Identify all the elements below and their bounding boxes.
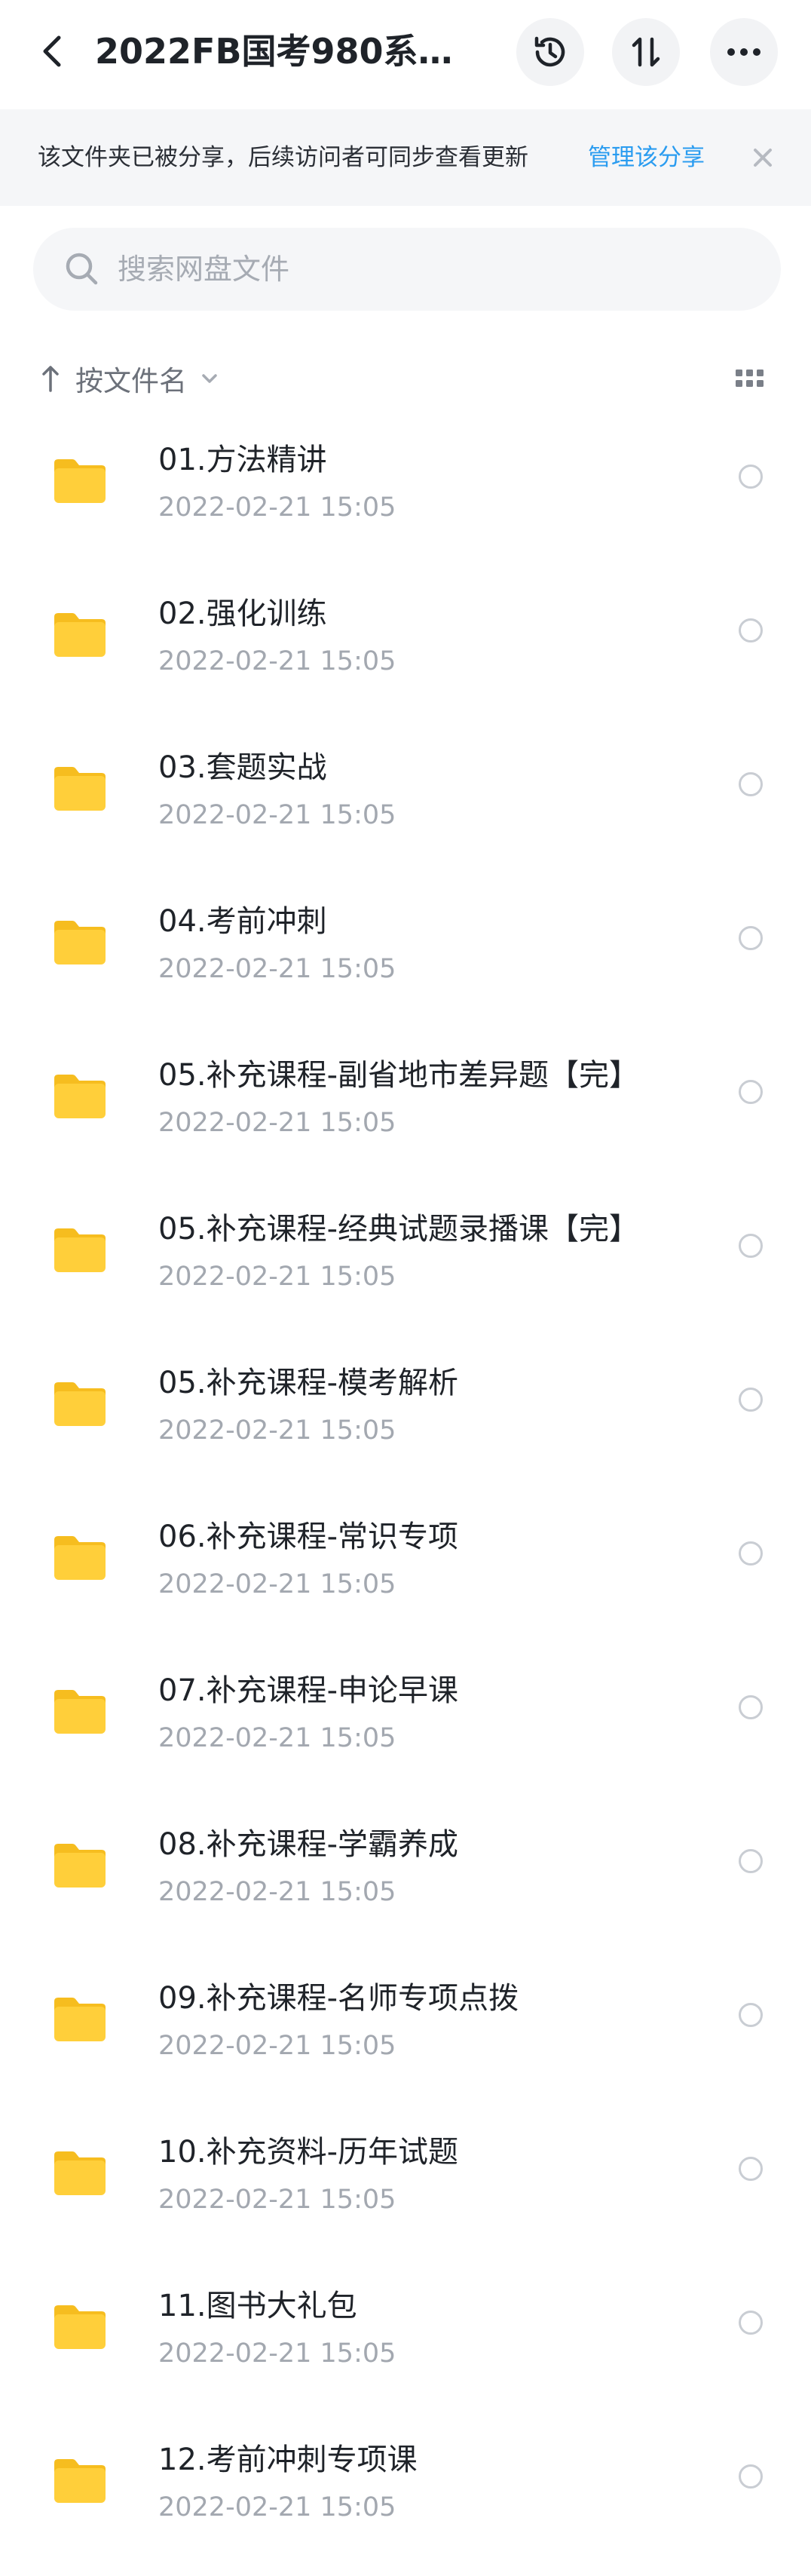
select-checkbox[interactable]	[739, 1849, 763, 1873]
file-list-item[interactable]: 07.补充课程-申论早课 2022-02-21 15:05	[0, 1653, 811, 1807]
sort-transfer-button[interactable]	[612, 18, 680, 86]
folder-icon	[51, 2303, 109, 2351]
file-list-item[interactable]: 03.套题实战 2022-02-21 15:05	[0, 730, 811, 884]
folder-icon	[51, 457, 109, 505]
share-notice-banner: 该文件夹已被分享，后续访问者可同步查看更新 管理该分享	[0, 109, 811, 206]
folder-icon	[51, 611, 109, 659]
file-list-item[interactable]: 01.方法精讲 2022-02-21 15:05	[0, 422, 811, 576]
file-modified-date: 2022-02-21 15:05	[158, 800, 396, 830]
sort-label: 按文件名	[75, 365, 187, 397]
file-name: 02.强化训练	[158, 596, 327, 631]
select-checkbox[interactable]	[739, 1541, 763, 1566]
file-modified-date: 2022-02-21 15:05	[158, 1569, 396, 1599]
file-modified-date: 2022-02-21 15:05	[158, 1108, 396, 1138]
folder-icon	[51, 1534, 109, 1582]
back-button[interactable]	[30, 29, 75, 74]
file-list-item[interactable]: 09.补充课程-名师专项点拨 2022-02-21 15:05	[0, 1961, 811, 2114]
file-list-item[interactable]: 05.补充课程-经典试题录播课【完】 2022-02-21 15:05	[0, 1191, 811, 1345]
transfer-sort-icon	[632, 37, 660, 67]
select-checkbox[interactable]	[739, 926, 763, 950]
folder-icon	[51, 1072, 109, 1121]
search-bar[interactable]	[33, 228, 781, 311]
file-modified-date: 2022-02-21 15:05	[158, 2338, 396, 2369]
chevron-left-icon	[43, 35, 61, 67]
file-list-item[interactable]: 12.考前冲刺专项课 2022-02-21 15:05	[0, 2422, 811, 2576]
sort-control[interactable]: 按文件名	[38, 356, 220, 401]
select-checkbox[interactable]	[739, 1080, 763, 1104]
select-checkbox[interactable]	[739, 1388, 763, 1412]
select-checkbox[interactable]	[739, 772, 763, 796]
file-name: 12.考前冲刺专项课	[158, 2443, 418, 2477]
file-list-item[interactable]: 06.补充课程-常识专项 2022-02-21 15:05	[0, 1499, 811, 1653]
manage-share-link[interactable]: 管理该分享	[588, 140, 705, 176]
file-modified-date: 2022-02-21 15:05	[158, 646, 396, 676]
file-modified-date: 2022-02-21 15:05	[158, 2185, 396, 2215]
folder-icon	[51, 2457, 109, 2505]
chevron-down-icon	[199, 368, 220, 389]
file-name: 09.补充课程-名师专项点拨	[158, 1981, 519, 2016]
banner-close-button[interactable]	[746, 141, 779, 174]
file-modified-date: 2022-02-21 15:05	[158, 2492, 396, 2522]
close-icon	[754, 149, 772, 167]
select-checkbox[interactable]	[739, 1695, 763, 1719]
file-name: 07.补充课程-申论早课	[158, 1673, 459, 1708]
folder-icon	[51, 1226, 109, 1274]
view-toggle-button[interactable]	[731, 363, 769, 394]
history-icon	[534, 36, 565, 67]
select-checkbox[interactable]	[739, 2157, 763, 2181]
top-bar: 2022FB国考980系…	[0, 0, 811, 106]
file-list-item[interactable]: 08.补充课程-学霸养成 2022-02-21 15:05	[0, 1807, 811, 1961]
arrow-up-icon	[38, 360, 63, 397]
select-checkbox[interactable]	[739, 2311, 763, 2335]
file-modified-date: 2022-02-21 15:05	[158, 1723, 396, 1753]
folder-icon	[51, 1688, 109, 1736]
file-modified-date: 2022-02-21 15:05	[158, 492, 396, 523]
file-list-item[interactable]: 02.强化训练 2022-02-21 15:05	[0, 576, 811, 730]
more-button[interactable]	[710, 18, 778, 86]
history-button[interactable]	[516, 18, 584, 86]
select-checkbox[interactable]	[739, 2464, 763, 2489]
folder-icon	[51, 918, 109, 967]
more-horizontal-icon	[727, 48, 761, 56]
file-modified-date: 2022-02-21 15:05	[158, 1877, 396, 1907]
file-list-item[interactable]: 05.补充课程-模考解析 2022-02-21 15:05	[0, 1345, 811, 1499]
file-name: 10.补充资料-历年试题	[158, 2135, 459, 2170]
file-name: 05.补充课程-模考解析	[158, 1366, 459, 1400]
select-checkbox[interactable]	[739, 465, 763, 489]
file-name: 11.图书大礼包	[158, 2289, 357, 2323]
page-title: 2022FB国考980系…	[95, 31, 453, 72]
folder-icon	[51, 1995, 109, 2044]
file-list: 01.方法精讲 2022-02-21 15:05 02.强化训练 2022-02-21…	[0, 422, 811, 2576]
select-checkbox[interactable]	[739, 618, 763, 642]
file-name: 06.补充课程-常识专项	[158, 1520, 459, 1554]
file-list-item[interactable]: 10.补充资料-历年试题 2022-02-21 15:05	[0, 2114, 811, 2268]
file-modified-date: 2022-02-21 15:05	[158, 954, 396, 984]
file-name: 03.套题实战	[158, 750, 327, 785]
file-modified-date: 2022-02-21 15:05	[158, 1415, 396, 1446]
file-name: 05.补充课程-副省地市差异题【完】	[158, 1058, 640, 1093]
folder-icon	[51, 765, 109, 813]
file-name: 05.补充课程-经典试题录播课【完】	[158, 1212, 640, 1247]
folder-icon	[51, 1842, 109, 1890]
file-name: 01.方法精讲	[158, 443, 327, 477]
select-checkbox[interactable]	[739, 2003, 763, 2027]
folder-icon	[51, 2149, 109, 2197]
search-input[interactable]	[118, 228, 751, 311]
file-list-item[interactable]: 04.考前冲刺 2022-02-21 15:05	[0, 884, 811, 1038]
file-modified-date: 2022-02-21 15:05	[158, 1262, 396, 1292]
search-icon	[66, 253, 98, 285]
share-notice-text: 该文件夹已被分享，后续访问者可同步查看更新	[38, 144, 528, 171]
file-list-item[interactable]: 11.图书大礼包 2022-02-21 15:05	[0, 2268, 811, 2422]
grid-view-icon	[736, 370, 764, 387]
file-name: 04.考前冲刺	[158, 904, 327, 939]
file-modified-date: 2022-02-21 15:05	[158, 2031, 396, 2061]
file-name: 08.补充课程-学霸养成	[158, 1827, 459, 1862]
select-checkbox[interactable]	[739, 1234, 763, 1258]
folder-icon	[51, 1380, 109, 1428]
file-list-item[interactable]: 05.补充课程-副省地市差异题【完】 2022-02-21 15:05	[0, 1038, 811, 1191]
